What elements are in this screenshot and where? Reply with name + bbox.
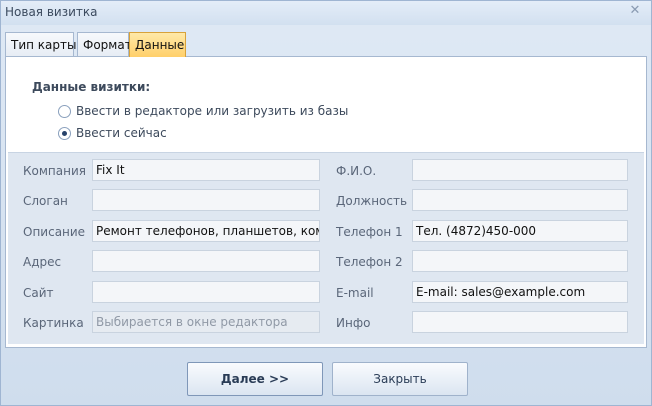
tab-format[interactable]: Формат [77,32,132,57]
label-full-name: Ф.И.О. [336,164,377,178]
close-icon[interactable]: ✕ [627,3,643,19]
phone-2-field[interactable] [412,250,628,272]
company-field[interactable]: Fix It [92,159,320,181]
label-picture: Картинка [23,316,84,330]
label-phone-1: Телефон 1 [336,225,403,239]
site-field[interactable] [92,281,320,303]
fields-area: Компания Fix It Слоган Описание Ремонт т… [8,152,644,344]
radio-button[interactable] [58,105,71,118]
tab-data[interactable]: Данные [129,32,186,57]
full-name-field[interactable] [412,159,628,181]
dialog-window: Новая визитка ✕ Тип карты Формат Данные … [0,0,652,406]
title-bar[interactable]: Новая визитка ✕ [1,1,651,25]
label-company: Компания [23,164,86,178]
close-button[interactable]: Закрыть [332,362,468,396]
email-field[interactable]: E-mail: sales@example.com [412,281,628,303]
label-info: Инфо [336,316,371,330]
label-site: Сайт [23,286,54,300]
tab-card-type[interactable]: Тип карты [5,32,76,57]
next-button[interactable]: Далее >> [187,362,323,396]
label-description: Описание [23,225,86,239]
label-slogan: Слоган [23,194,68,208]
radio-label: Ввести в редакторе или загрузить из базы [76,104,349,118]
address-field[interactable] [92,250,320,272]
phone-1-field[interactable]: Тел. (4872)450-000 [412,220,628,242]
label-phone-2: Телефон 2 [336,255,403,269]
picture-field: Выбирается в окне редактора [92,311,320,333]
label-address: Адрес [23,255,62,269]
slogan-field[interactable] [92,189,320,211]
label-email: E-mail [336,286,374,300]
radio-button-checked[interactable] [58,127,71,140]
info-field[interactable] [412,311,628,333]
data-panel: Данные визитки: Ввести в редакторе или з… [5,56,647,348]
section-title: Данные визитки: [32,80,151,94]
label-position: Должность [336,194,408,208]
window-title: Новая визитка [5,5,98,19]
position-field[interactable] [412,189,628,211]
description-field[interactable]: Ремонт телефонов, планшетов, компью [92,220,320,242]
radio-label: Ввести сейчас [76,126,167,140]
